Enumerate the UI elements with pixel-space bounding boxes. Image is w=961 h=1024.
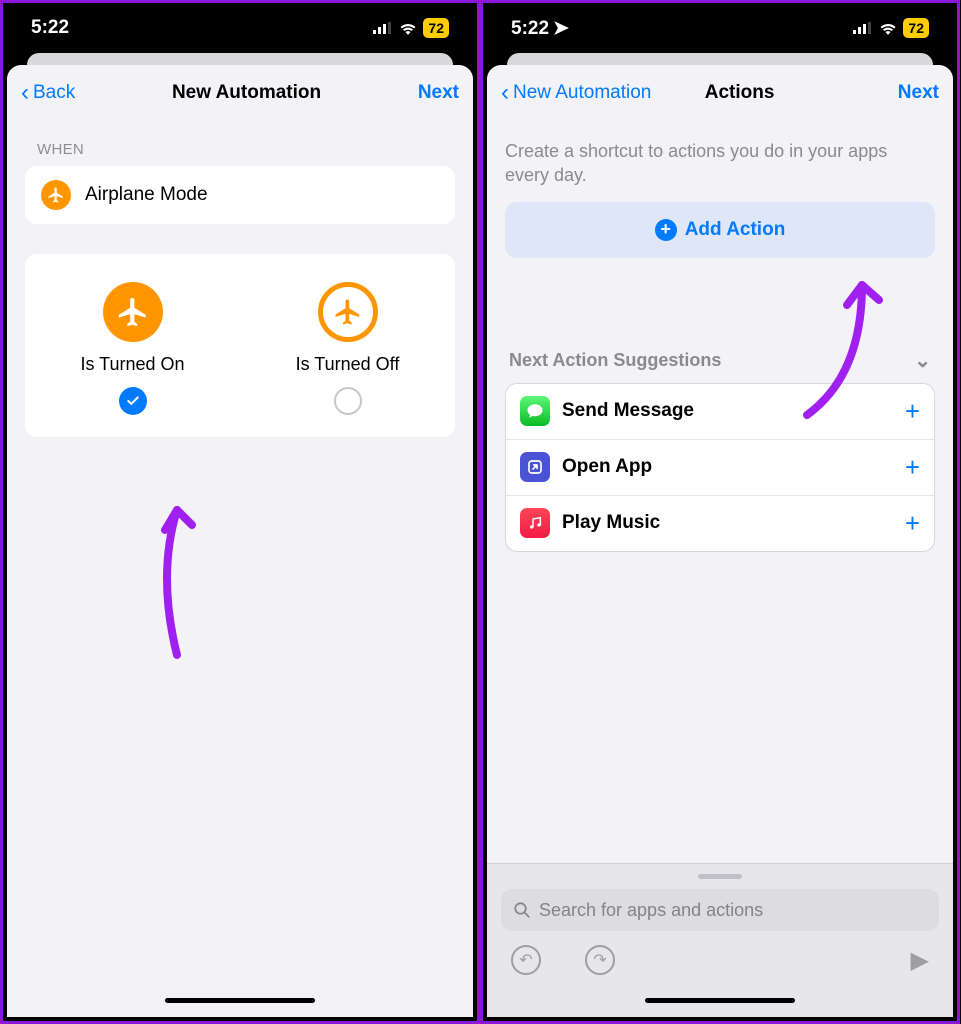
suggestion-label: Send Message [562, 400, 893, 422]
chevron-left-icon: ‹ [501, 81, 509, 105]
location-icon: ➤ [553, 18, 569, 39]
shortcuts-app-icon [520, 452, 550, 482]
toolbar-row: ↶ ↷ ▶ [501, 931, 939, 975]
next-button[interactable]: Next [898, 82, 939, 104]
plus-circle-icon: + [655, 219, 677, 241]
add-action-label: Add Action [685, 219, 786, 241]
sheet: ‹ Back New Automation Next WHEN Airplane… [7, 65, 473, 1017]
chevron-down-icon: ⌄ [914, 348, 931, 373]
trigger-card[interactable]: Airplane Mode [25, 166, 455, 224]
undo-button[interactable]: ↶ [511, 945, 541, 975]
add-icon[interactable]: + [905, 396, 920, 427]
suggestion-send-message[interactable]: Send Message + [506, 384, 934, 440]
battery-badge: 72 [903, 18, 929, 38]
nav-bar: ‹ New Automation Actions Next [487, 65, 953, 121]
chevron-left-icon: ‹ [21, 81, 29, 105]
cellular-icon [853, 22, 873, 34]
sheet: ‹ New Automation Actions Next Create a s… [487, 65, 953, 1017]
status-icons: 72 [373, 18, 449, 38]
bottom-toolbar: Search for apps and actions ↶ ↷ ▶ [487, 863, 953, 1017]
phone-left: 5:22 72 ‹ Back New Automation Next WHEN … [0, 0, 480, 1024]
phone-right: 5:22➤ 72 ‹ New Automation Actions Next C… [480, 0, 960, 1024]
radio-unchecked-icon [334, 387, 362, 415]
search-placeholder: Search for apps and actions [539, 900, 763, 921]
redo-button[interactable]: ↷ [585, 945, 615, 975]
annotation-arrow-icon [137, 495, 227, 665]
status-icons: 72 [853, 18, 929, 38]
home-indicator[interactable] [165, 998, 315, 1003]
trigger-row: Airplane Mode [25, 166, 455, 224]
option-turned-on[interactable]: Is Turned On [25, 282, 240, 415]
suggestion-label: Play Music [562, 512, 893, 534]
music-app-icon [520, 508, 550, 538]
suggestion-list: Send Message + Open App + Play Music + [505, 383, 935, 552]
status-bar: 5:22➤ 72 [483, 3, 957, 53]
next-button[interactable]: Next [418, 82, 459, 104]
wifi-icon [399, 22, 417, 35]
home-indicator[interactable] [645, 998, 795, 1003]
status-time: 5:22➤ [511, 17, 569, 40]
section-when-label: WHEN [7, 121, 473, 166]
run-button[interactable]: ▶ [911, 946, 929, 975]
suggestions-header[interactable]: Next Action Suggestions ⌄ [487, 258, 953, 383]
search-icon [513, 901, 531, 919]
back-label: New Automation [513, 82, 651, 104]
search-input[interactable]: Search for apps and actions [501, 889, 939, 931]
grabber-handle[interactable] [698, 874, 742, 879]
option-off-label: Is Turned Off [296, 354, 400, 375]
radio-checked-icon [119, 387, 147, 415]
nav-bar: ‹ Back New Automation Next [7, 65, 473, 121]
options-card: Is Turned On Is Turned Off [25, 254, 455, 437]
suggestion-open-app[interactable]: Open App + [506, 440, 934, 496]
option-turned-off[interactable]: Is Turned Off [240, 282, 455, 415]
airplane-filled-icon [103, 282, 163, 342]
back-label: Back [33, 82, 75, 104]
sheet-background-peek [507, 53, 933, 65]
airplane-outline-icon [318, 282, 378, 342]
nav-title: New Automation [172, 82, 321, 104]
messages-app-icon [520, 396, 550, 426]
suggestions-title: Next Action Suggestions [509, 350, 721, 371]
status-bar: 5:22 72 [3, 3, 477, 53]
airplane-icon [41, 180, 71, 210]
status-time: 5:22 [31, 17, 69, 39]
suggestion-play-music[interactable]: Play Music + [506, 496, 934, 551]
sheet-background-peek [27, 53, 453, 65]
battery-badge: 72 [423, 18, 449, 38]
add-action-button[interactable]: + Add Action [505, 202, 935, 258]
back-button[interactable]: ‹ New Automation [501, 81, 651, 105]
cellular-icon [373, 22, 393, 34]
wifi-icon [879, 22, 897, 35]
nav-title: Actions [705, 82, 775, 104]
option-on-label: Is Turned On [80, 354, 184, 375]
back-button[interactable]: ‹ Back [21, 81, 75, 105]
add-icon[interactable]: + [905, 452, 920, 483]
add-icon[interactable]: + [905, 508, 920, 539]
trigger-label: Airplane Mode [85, 184, 208, 206]
description-text: Create a shortcut to actions you do in y… [487, 121, 953, 202]
suggestion-label: Open App [562, 456, 893, 478]
